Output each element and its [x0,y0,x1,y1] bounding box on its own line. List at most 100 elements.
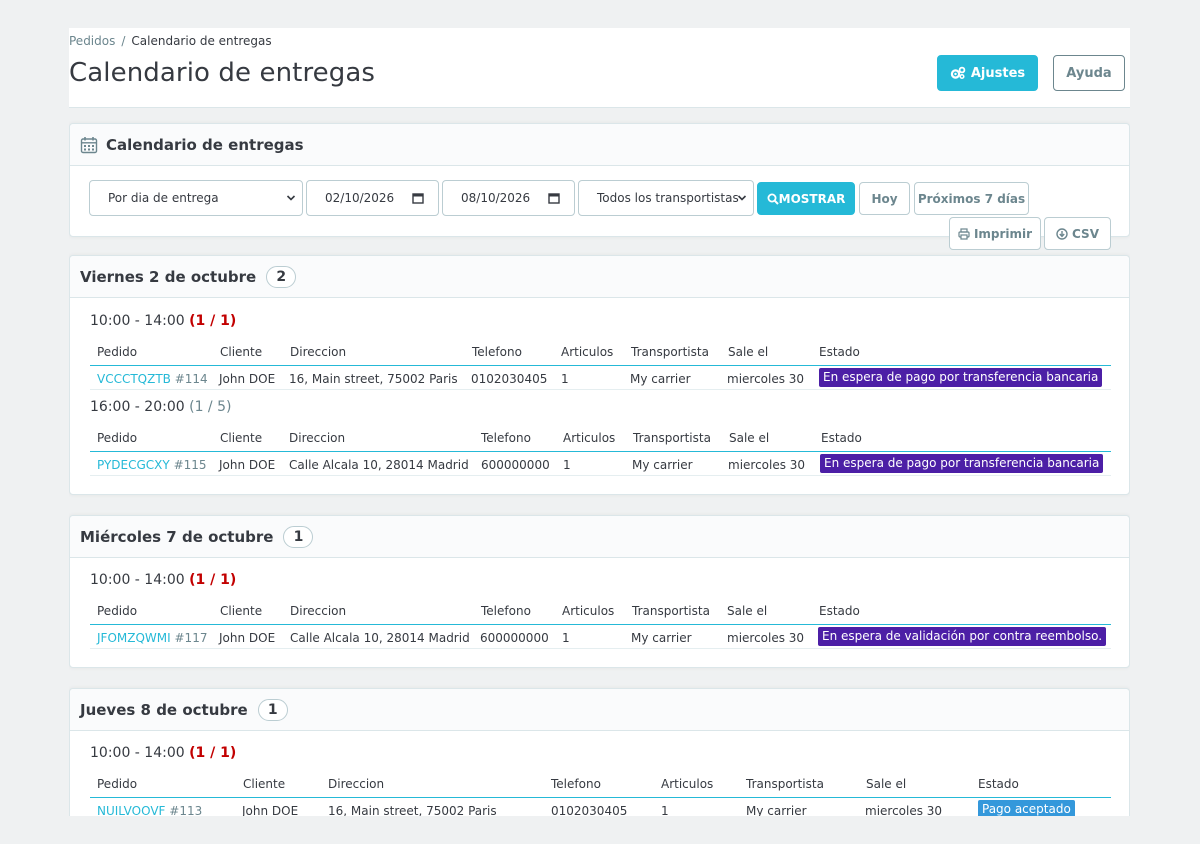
order-id: #115 [173,458,207,472]
date-from-input[interactable]: 02/10/2026 [306,180,439,216]
order-status-badge: En espera de validación por contra reemb… [818,627,1107,646]
search-icon [767,193,779,205]
date-mode-select[interactable]: Por dia de entrega [89,180,303,216]
orders-table: Pedido Cliente Direccion Telefono Articu… [90,599,1111,649]
items-cell: 1 [563,458,571,472]
phone-cell: 600000000 [480,631,549,645]
help-button[interactable]: Ayuda [1053,55,1125,91]
settings-button-label: Ajustes [970,65,1026,81]
page-header: Pedidos / Calendario de entregas Calendari… [69,28,1130,108]
phone-cell: 0102030405 [471,372,548,386]
breadcrumb-separator: / [121,34,126,48]
address-cell: 16, Main street, 75002 Paris [328,804,497,816]
order-reference-link[interactable]: JFOMZQWMI [97,631,171,645]
items-cell: 1 [562,631,570,645]
column-header: Telefono [551,777,601,791]
carrier-cell: My carrier [630,372,691,386]
gears-icon [950,66,966,80]
day-header: Viernes 2 de octubre 2 [70,256,1129,298]
order-status-badge: En espera de pago por transferencia banc… [820,454,1104,473]
ships-on-cell: miercoles 30 [727,372,805,386]
page-title: Calendario de entregas [69,58,376,88]
table-header: Pedido Cliente Direccion Telefono Articu… [90,772,1111,798]
order-count-badge: 1 [257,698,288,721]
column-header: Transportista [632,604,710,618]
day-panel: Miércoles 7 de octubre 1 10:00 - 14:00 (… [69,515,1130,668]
time-slot-title: 10:00 - 14:00 (1 / 1) [90,745,236,761]
column-header: Sale el [728,345,769,359]
next-7-days-button[interactable]: Próximos 7 días [914,182,1029,215]
column-header: Sale el [729,431,770,445]
column-header: Articulos [561,345,614,359]
column-header: Articulos [562,604,615,618]
table-row: NUILVOOVF #113 John DOE 16, Main street,… [90,798,1111,816]
column-header: Estado [978,777,1019,791]
column-header: Transportista [633,431,711,445]
time-slot-time: 10:00 - 14:00 [90,313,185,329]
print-button-label: Imprimir [973,226,1033,241]
day-header: Jueves 8 de octubre 1 [70,689,1129,731]
table-header: Pedido Cliente Direccion Telefono Articu… [90,340,1111,366]
csv-button[interactable]: CSV [1044,217,1111,250]
download-icon [1056,227,1068,240]
date-to-input[interactable]: 08/10/2026 [442,180,575,216]
column-header: Direccion [290,345,347,359]
day-panel: Jueves 8 de octubre 1 10:00 - 14:00 (1 /… [69,688,1130,816]
column-header: Telefono [481,604,531,618]
calendar-picker-icon[interactable] [412,192,424,204]
time-slot-title: 16:00 - 20:00 (1 / 5) [90,399,231,415]
customer-cell: John DOE [219,372,276,386]
filter-panel-title: Calendario de entregas [106,135,304,154]
csv-button-label: CSV [1072,226,1099,241]
carrier-cell: My carrier [746,804,807,816]
address-cell: Calle Alcala 10, 28014 Madrid [289,458,469,472]
order-reference-link[interactable]: PYDECGCXY [97,458,170,472]
column-header: Estado [819,604,860,618]
today-button[interactable]: Hoy [859,182,910,215]
column-header: Cliente [220,604,263,618]
time-slot-title: 10:00 - 14:00 (1 / 1) [90,572,236,588]
column-header: Direccion [289,431,346,445]
orders-table: Pedido Cliente Direccion Telefono Articu… [90,772,1111,816]
items-cell: 1 [661,804,669,816]
date-to-value: 08/10/2026 [461,191,531,205]
slot-capacity-ratio: (1 / 5) [189,399,232,415]
filter-panel-header: Calendario de entregas [70,124,1129,166]
calendar-icon [80,136,98,153]
day-panel: Viernes 2 de octubre 2 10:00 - 14:00 (1 … [69,255,1130,495]
breadcrumb-link-pedidos[interactable]: Pedidos [69,34,115,48]
customer-cell: John DOE [219,631,276,645]
day-title: Miércoles 7 de octubre [80,527,274,546]
settings-button[interactable]: Ajustes [937,55,1038,91]
column-header: Transportista [746,777,824,791]
column-header: Sale el [727,604,768,618]
order-reference-link[interactable]: NUILVOOVF [97,804,165,816]
column-header: Cliente [220,345,263,359]
print-button[interactable]: Imprimir [949,217,1041,250]
order-id: #117 [174,631,208,645]
filter-panel: Calendario de entregas Por dia de entreg… [69,123,1130,250]
print-icon [958,227,970,240]
time-slot-time: 10:00 - 14:00 [90,572,185,588]
table-row: VCCCTQZTB #114 John DOE 16, Main street,… [90,366,1111,390]
calendar-picker-icon[interactable] [548,192,560,204]
ships-on-cell: miercoles 30 [728,458,806,472]
column-header: Pedido [97,777,138,791]
carrier-select[interactable]: Todos los transportistas [578,180,754,216]
date-mode-value: Por dia de entrega [108,191,219,205]
order-reference-link[interactable]: VCCCTQZTB [97,372,171,386]
today-button-label: Hoy [871,191,898,206]
chevron-down-icon [286,195,296,201]
slot-capacity-ratio: (1 / 1) [189,313,237,329]
show-button[interactable]: MOSTRAR [757,182,855,215]
column-header: Telefono [481,431,531,445]
carrier-cell: My carrier [631,631,692,645]
orders-table: Pedido Cliente Direccion Telefono Articu… [90,340,1111,390]
column-header: Pedido [97,345,138,359]
table-header: Pedido Cliente Direccion Telefono Articu… [90,426,1111,452]
show-button-label: MOSTRAR [778,191,846,206]
breadcrumb: Pedidos / Calendario de entregas [69,34,272,48]
phone-cell: 600000000 [481,458,550,472]
order-count-badge: 1 [283,525,314,548]
ships-on-cell: miercoles 30 [865,804,943,816]
